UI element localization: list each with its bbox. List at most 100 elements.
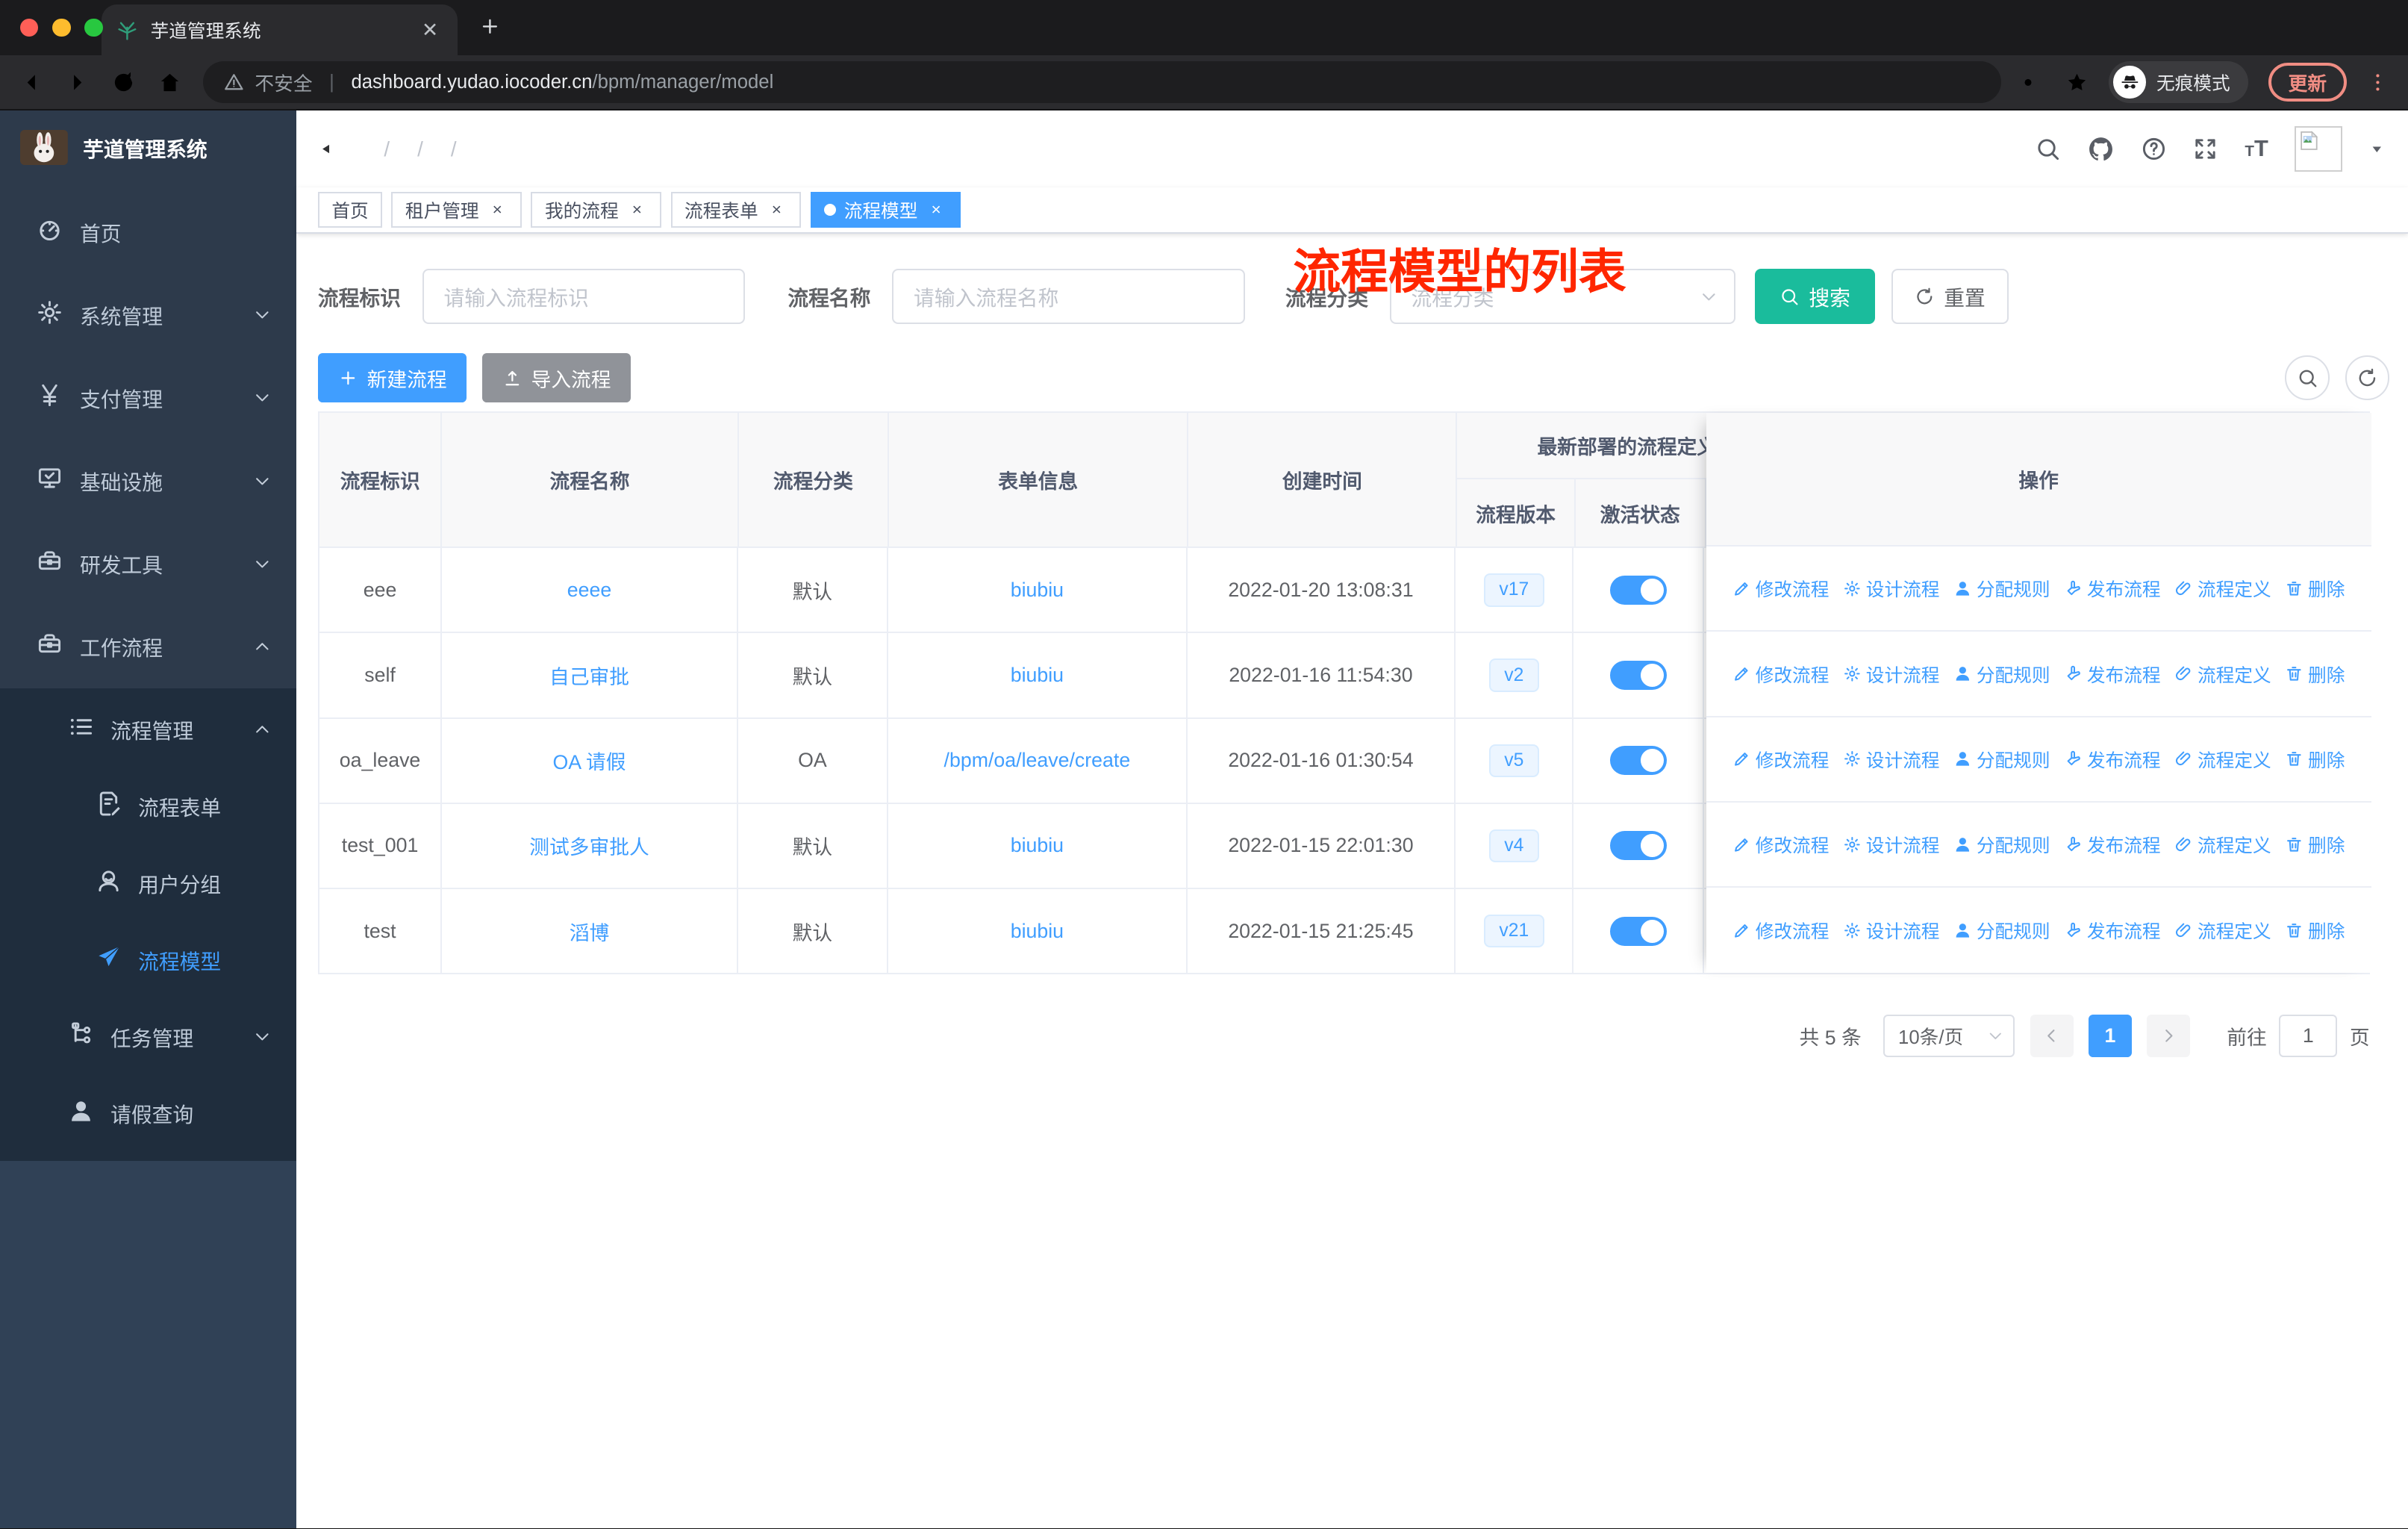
action-modify-link[interactable]: 修改流程 (1732, 831, 1829, 858)
create-process-button[interactable]: 新建流程 (317, 353, 467, 402)
cell-form-link[interactable]: biubiu (888, 889, 1188, 974)
breadcrumb-item[interactable] (404, 137, 423, 161)
action-deploy-link[interactable]: 发布流程 (2064, 917, 2161, 944)
sidebar-subitem[interactable]: 流程表单 (0, 768, 296, 845)
tags-view-tab[interactable]: 我的流程 × (531, 192, 662, 228)
app-logo[interactable]: 芋道管理系统 (0, 110, 297, 184)
action-deploy-link[interactable]: 发布流程 (2064, 575, 2161, 602)
active-toggle[interactable] (1609, 575, 1667, 605)
action-delete-link[interactable]: 删除 (2285, 661, 2345, 688)
cell-form-link[interactable]: /bpm/oa/leave/create (888, 718, 1188, 803)
sidebar-subitem[interactable]: 流程模型 (0, 921, 296, 998)
page-size-select[interactable]: 10条/页 (1883, 1014, 2015, 1058)
tags-view-tab[interactable]: 流程表单 × (670, 192, 802, 228)
action-assign-rule-link[interactable]: 分配规则 (1953, 661, 2050, 688)
breadcrumb[interactable] (370, 137, 470, 161)
action-modify-link[interactable]: 修改流程 (1732, 661, 1829, 688)
cell-process-name-link[interactable]: eeee (442, 548, 738, 632)
action-delete-link[interactable]: 删除 (2285, 746, 2345, 773)
action-design-link[interactable]: 设计流程 (1843, 575, 1939, 602)
action-definition-link[interactable]: 流程定义 (2174, 831, 2271, 858)
sidebar-item[interactable]: 工作流程 (0, 605, 296, 688)
action-design-link[interactable]: 设计流程 (1843, 661, 1939, 688)
goto-page-input[interactable]: 1 (2279, 1014, 2338, 1058)
sidebar-item[interactable]: 支付管理 (0, 356, 296, 439)
active-toggle[interactable] (1609, 661, 1667, 691)
action-modify-link[interactable]: 修改流程 (1732, 575, 1829, 602)
avatar-caret-icon[interactable] (2368, 140, 2386, 158)
browser-menu-icon[interactable] (2366, 71, 2389, 94)
cell-process-name-link[interactable]: OA 请假 (442, 718, 738, 803)
sidebar-item[interactable]: 基础设施 (0, 439, 296, 522)
action-definition-link[interactable]: 流程定义 (2174, 575, 2271, 602)
sidebar-subitem[interactable]: 用户分组 (0, 844, 296, 921)
tag-close-icon[interactable]: × (926, 199, 947, 220)
import-process-button[interactable]: 导入流程 (481, 353, 631, 402)
prev-page-button[interactable] (2030, 1014, 2074, 1058)
tag-close-icon[interactable]: × (766, 199, 787, 220)
action-definition-link[interactable]: 流程定义 (2174, 917, 2271, 944)
sidebar-item[interactable]: 首页 (0, 190, 296, 273)
action-modify-link[interactable]: 修改流程 (1732, 917, 1829, 944)
cell-process-name-link[interactable]: 测试多审批人 (442, 803, 738, 888)
tags-view-tab[interactable]: 首页 (317, 192, 383, 228)
sidebar-collapse-icon[interactable] (319, 134, 349, 164)
browser-tab[interactable]: 芋道管理系统 ✕ (101, 4, 458, 56)
action-design-link[interactable]: 设计流程 (1843, 831, 1939, 858)
close-window-button[interactable] (19, 18, 39, 37)
sidebar-item[interactable]: 研发工具 (0, 522, 296, 605)
help-icon[interactable] (2141, 136, 2167, 162)
browser-update-button[interactable]: 更新 (2268, 63, 2347, 102)
process-name-input[interactable]: 请输入流程名称 (892, 269, 1246, 325)
address-bar[interactable]: 不安全 | dashboard.yudao.iocoder.cn/bpm/man… (202, 61, 2002, 103)
active-toggle[interactable] (1609, 746, 1667, 776)
breadcrumb-item[interactable] (370, 137, 390, 161)
action-modify-link[interactable]: 修改流程 (1732, 746, 1829, 773)
forward-icon[interactable] (64, 69, 90, 96)
github-icon[interactable] (2087, 135, 2115, 163)
tag-close-icon[interactable]: × (487, 199, 508, 220)
action-deploy-link[interactable]: 发布流程 (2064, 831, 2161, 858)
action-definition-link[interactable]: 流程定义 (2174, 746, 2271, 773)
back-icon[interactable] (19, 69, 45, 96)
tags-view-tab[interactable]: 租户管理 × (391, 192, 523, 228)
reset-button[interactable]: 重置 (1891, 269, 2009, 325)
cell-form-link[interactable]: biubiu (888, 633, 1188, 717)
window-controls[interactable] (19, 18, 103, 37)
active-toggle[interactable] (1609, 831, 1667, 861)
cell-form-link[interactable]: biubiu (888, 803, 1188, 888)
action-deploy-link[interactable]: 发布流程 (2064, 746, 2161, 773)
action-assign-rule-link[interactable]: 分配规则 (1953, 831, 2050, 858)
sidebar-subitem[interactable]: 请假查询 (0, 1075, 296, 1152)
minimize-window-button[interactable] (52, 18, 71, 37)
next-page-button[interactable] (2147, 1014, 2190, 1058)
tab-close-icon[interactable]: ✕ (418, 18, 443, 43)
cell-process-name-link[interactable]: 滔博 (442, 889, 738, 974)
tags-view-tab[interactable]: 流程模型 × (810, 192, 961, 228)
action-deploy-link[interactable]: 发布流程 (2064, 661, 2161, 688)
action-delete-link[interactable]: 删除 (2285, 575, 2345, 602)
refresh-table-button[interactable] (2345, 355, 2390, 400)
current-page-button[interactable]: 1 (2089, 1014, 2132, 1058)
action-definition-link[interactable]: 流程定义 (2174, 661, 2271, 688)
fullscreen-icon[interactable] (2192, 136, 2218, 162)
cell-process-name-link[interactable]: 自己审批 (442, 633, 738, 717)
avatar[interactable] (2294, 125, 2342, 172)
home-icon[interactable] (157, 69, 183, 96)
bookmark-star-icon[interactable] (2065, 70, 2089, 95)
action-delete-link[interactable]: 删除 (2285, 831, 2345, 858)
action-assign-rule-link[interactable]: 分配规则 (1953, 746, 2050, 773)
search-button[interactable]: 搜索 (1755, 269, 1875, 325)
action-design-link[interactable]: 设计流程 (1843, 746, 1939, 773)
active-toggle[interactable] (1609, 916, 1667, 946)
breadcrumb-item[interactable] (437, 137, 456, 161)
reload-icon[interactable] (110, 69, 137, 96)
tag-close-icon[interactable]: × (626, 199, 648, 220)
font-size-icon[interactable]: TT (2245, 137, 2268, 161)
header-search-icon[interactable] (2035, 136, 2061, 162)
sidebar-subitem[interactable]: 任务管理 (0, 998, 296, 1075)
hide-search-button[interactable] (2285, 355, 2330, 400)
new-tab-button[interactable] (479, 15, 501, 43)
process-id-input[interactable]: 请输入流程标识 (422, 269, 745, 325)
action-delete-link[interactable]: 删除 (2285, 917, 2345, 944)
